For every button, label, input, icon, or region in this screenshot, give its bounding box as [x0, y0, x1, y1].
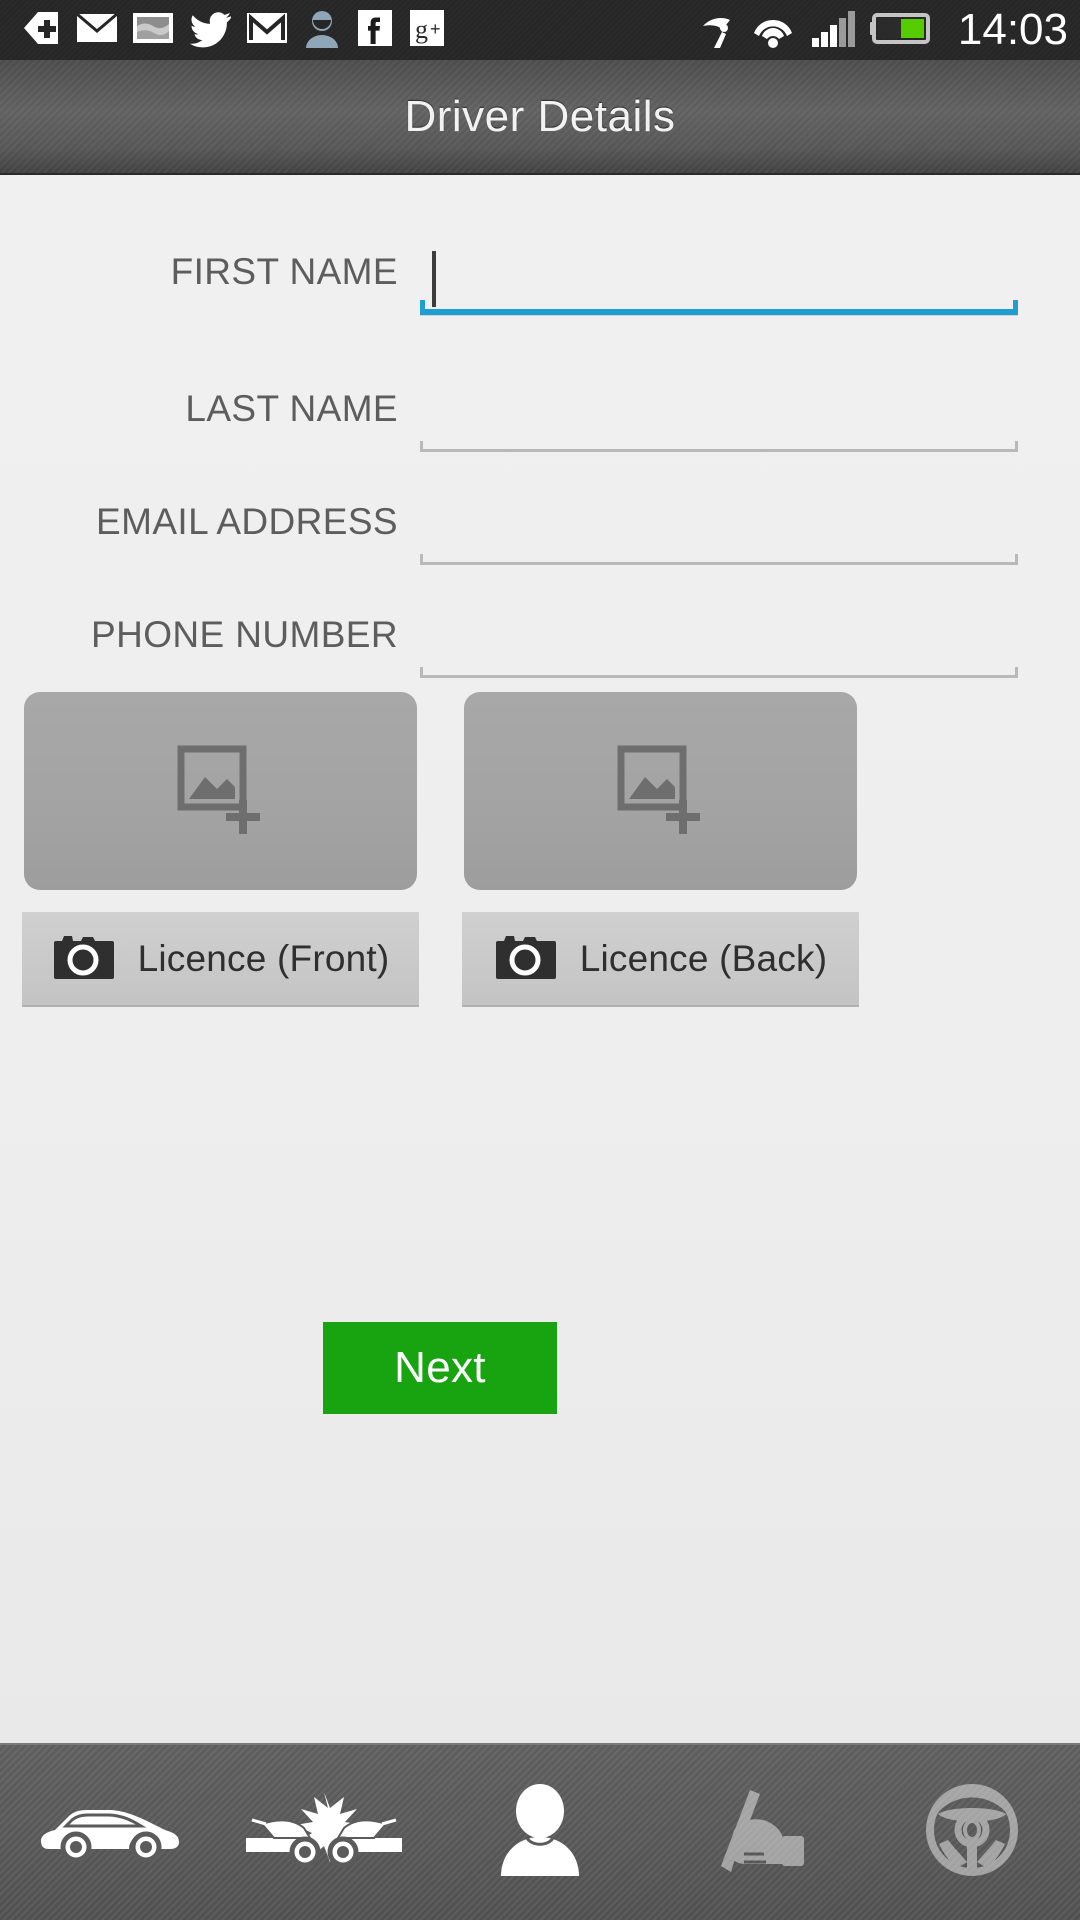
nav-car[interactable] [0, 1745, 216, 1920]
battery-icon [869, 8, 930, 53]
field-label-last-name: LAST NAME [185, 388, 398, 429]
car-icon [35, 1795, 181, 1870]
input-wrap-email-address [420, 487, 1018, 565]
email-address-input[interactable] [420, 487, 1018, 557]
google-plus-icon: g + [408, 8, 446, 53]
nav-driver[interactable] [432, 1745, 648, 1920]
status-bar-system-icons: 14:03 [700, 8, 1068, 53]
app-screen: g + 14:03 Driver Details FIRST NAME LAST… [0, 0, 1080, 1920]
nav-steering[interactable] [864, 1745, 1080, 1920]
field-last-name: LAST NAME [0, 374, 1080, 470]
field-label-phone-number: PHONE NUMBER [91, 614, 398, 655]
input-wrap-phone-number [420, 600, 1018, 678]
photo-icon [132, 8, 174, 53]
hand-writing-icon [704, 1784, 808, 1881]
licence-back-label: Licence (Back) [579, 937, 828, 979]
wifi-icon [750, 8, 796, 53]
camera-icon [52, 931, 114, 986]
licence-front-photo-box[interactable] [24, 692, 417, 890]
next-button-label: Next [394, 1343, 486, 1392]
next-button[interactable]: Next [323, 1322, 557, 1414]
status-bar: g + 14:03 [0, 0, 1080, 60]
add-image-icon [175, 745, 267, 837]
input-wrap-last-name [420, 374, 1018, 452]
svg-text:+: + [430, 19, 441, 39]
gmail-icon [246, 8, 288, 53]
last-name-input[interactable] [420, 374, 1018, 444]
licence-back-photo-box[interactable] [464, 692, 857, 890]
camera-icon [494, 931, 556, 986]
licence-front-label: Licence (Front) [137, 937, 390, 979]
title-bar: Driver Details [0, 60, 1080, 175]
nav-accident[interactable] [216, 1745, 432, 1920]
status-bar-notification-icons: g + [22, 8, 446, 53]
plus-arrow-icon [22, 8, 62, 53]
twitter-icon [188, 8, 232, 53]
field-first-name: FIRST NAME [0, 237, 1080, 333]
car-crash-icon [244, 1790, 404, 1875]
field-label-email-address: EMAIL ADDRESS [96, 501, 398, 542]
gps-satellite-icon [700, 8, 736, 53]
nav-signature[interactable] [648, 1745, 864, 1920]
phone-number-input[interactable] [420, 600, 1018, 670]
add-image-icon [615, 745, 707, 837]
steering-wheel-icon [926, 1784, 1018, 1881]
input-wrap-first-name [420, 237, 1018, 315]
page-title: Driver Details [404, 91, 676, 141]
cell-signal-icon [810, 8, 856, 53]
person-icon [497, 1784, 583, 1881]
facebook-icon [356, 8, 394, 53]
svg-text:g: g [415, 15, 428, 44]
licence-back-button[interactable]: Licence (Back) [462, 912, 859, 1007]
envelope-icon [76, 8, 118, 53]
content-area: FIRST NAME LAST NAME EMAIL ADDRESS PHONE… [0, 177, 1080, 1745]
licence-front-button[interactable]: Licence (Front) [22, 912, 419, 1007]
licence-button-row: Licence (Front) Licence (Back) [0, 912, 1080, 1007]
bottom-navigation-bar [0, 1743, 1080, 1920]
field-email-address: EMAIL ADDRESS [0, 487, 1080, 583]
status-bar-clock: 14:03 [957, 5, 1068, 54]
licence-photo-row [0, 692, 1080, 897]
field-label-first-name: FIRST NAME [170, 251, 398, 292]
person-avatar-icon [302, 8, 342, 53]
field-phone-number: PHONE NUMBER [0, 600, 1080, 696]
